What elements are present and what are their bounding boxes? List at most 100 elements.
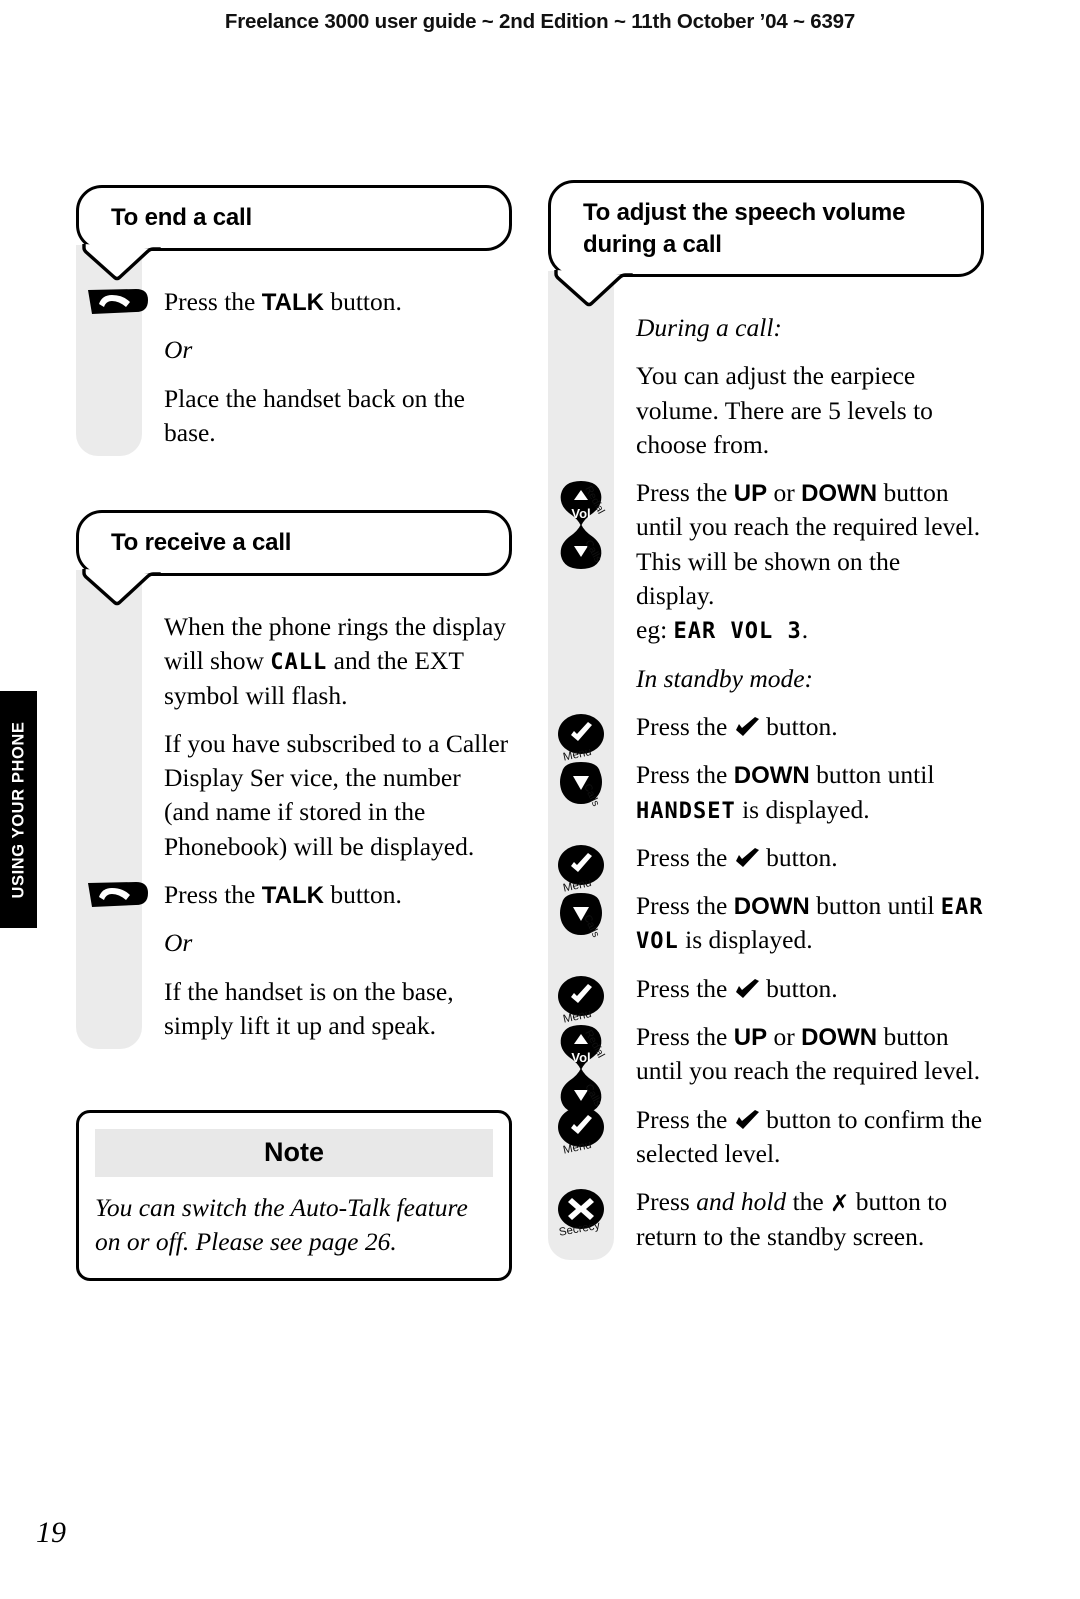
row-icon-gutter xyxy=(548,311,636,312)
instruction-row: In standby mode: xyxy=(548,662,984,696)
instruction-text: Press the DOWN button until HANDSET is d… xyxy=(636,760,935,824)
section-callout: To receive a call xyxy=(76,510,512,605)
section-left-1: To receive a call When the phone rings th… xyxy=(76,510,512,1049)
instruction-text: During a call: xyxy=(636,313,782,342)
section-left-0: To end a call Press the TALK button. Or Pla… xyxy=(76,185,512,456)
note-box: Note You can switch the Auto-Talk feature… xyxy=(76,1110,512,1281)
instruction-row: When the phone rings the display will sh… xyxy=(76,610,512,713)
instruction-text: Press and hold the ✗ button to return to… xyxy=(636,1187,948,1252)
callout-tail xyxy=(553,268,633,307)
row-icon-gutter xyxy=(76,878,164,908)
callout-tail xyxy=(81,566,161,605)
instruction-text: Or xyxy=(164,928,193,958)
right-column: To adjust the speech volume during a cal… xyxy=(548,0,984,1599)
svg-text:Vol: Vol xyxy=(571,506,590,521)
menu-check-glyph-icon xyxy=(734,974,760,998)
section-body: Press the TALK button. Or Place the handse… xyxy=(76,285,512,450)
left-column: To end a call Press the TALK button. Or Pla… xyxy=(76,0,512,1599)
down-calls-key-icon: Calls xyxy=(558,760,604,808)
instruction-row: During a call: xyxy=(548,311,984,345)
row-icon-gutter xyxy=(76,975,164,976)
instruction-row: Or xyxy=(76,926,512,960)
row-icon-gutter xyxy=(76,285,164,314)
section-callout: To adjust the speech volume during a cal… xyxy=(548,180,984,307)
instruction-text: When the phone rings the display will sh… xyxy=(164,612,507,710)
instruction-row: Vol Redial Calls Press the UP or DOWN butto… xyxy=(548,476,984,647)
instruction-row: Menu Press the button. xyxy=(548,972,984,1025)
menu-key-icon: Menu xyxy=(558,843,604,895)
section-heading: To receive a call xyxy=(111,529,292,556)
talk-key-icon xyxy=(86,287,148,314)
instruction-text: Place the handset back on the base. xyxy=(164,383,465,447)
svg-text:Vol: Vol xyxy=(571,1050,590,1065)
section-body: During a call: You can adjust the earpiec… xyxy=(548,311,984,1254)
section-body: When the phone rings the display will sh… xyxy=(76,610,512,1043)
section-thumb-tab-label: USING YOUR PHONE xyxy=(9,720,27,899)
menu-key-icon: Menu xyxy=(558,1105,604,1156)
section-callout: To end a call xyxy=(76,185,512,280)
down-calls-key-icon: Calls xyxy=(558,891,604,939)
secrecy-x-glyph-icon: ✗ xyxy=(830,1191,850,1218)
menu-check-glyph-icon xyxy=(734,843,760,867)
instruction-text: Press the button. xyxy=(636,711,838,741)
instruction-text: Press the button. xyxy=(636,973,838,1003)
vol-rocker-icon: Vol Redial Calls xyxy=(556,480,607,570)
talk-key-icon xyxy=(86,880,148,908)
section-right-0: To adjust the speech volume during a cal… xyxy=(548,180,984,1260)
instruction-row: Secrecy Press and hold the ✗ button to re… xyxy=(548,1185,984,1254)
section-thumb-tab: USING YOUR PHONE xyxy=(0,691,37,928)
row-icon-gutter: Menu xyxy=(548,1103,636,1156)
instruction-row: Menu Press the button to confirm the sele… xyxy=(548,1103,984,1172)
row-icon-gutter: Calls xyxy=(548,889,636,939)
note-body: You can switch the Auto-Talk feature on … xyxy=(95,1193,468,1257)
instruction-row: Menu Press the button. xyxy=(548,710,984,764)
instruction-text: If the handset is on the base, simply li… xyxy=(164,976,454,1040)
instruction-row: Press the TALK button. xyxy=(76,285,512,319)
row-icon-gutter xyxy=(76,727,164,728)
note-title: Note xyxy=(95,1129,493,1177)
row-icon-gutter xyxy=(76,333,164,334)
instruction-text: Press the button to confirm the selected… xyxy=(636,1104,983,1168)
page-number: 19 xyxy=(36,1516,66,1549)
menu-check-glyph-icon xyxy=(734,1105,760,1129)
instruction-row: If the handset is on the base, simply li… xyxy=(76,975,512,1044)
instruction-row: Vol Redial Calls Press the UP or DOWN butto… xyxy=(548,1020,984,1114)
instruction-text: Or xyxy=(164,335,193,365)
row-icon-gutter: Calls xyxy=(548,758,636,808)
instruction-text: Press the DOWN button until EAR VOL is d… xyxy=(636,891,984,955)
instruction-text: Press the button. xyxy=(636,842,838,872)
secrecy-key-icon: Secrecy xyxy=(558,1187,604,1239)
instruction-text: If you have subscribed to a Caller Displ… xyxy=(164,728,509,861)
row-icon-gutter: Menu xyxy=(548,710,636,764)
row-icon-gutter xyxy=(76,382,164,383)
section-heading: To adjust the speech volume during a cal… xyxy=(583,199,906,258)
row-icon-gutter: Vol Redial Calls xyxy=(548,476,636,570)
instruction-text: Press the UP or DOWN button until you re… xyxy=(636,1022,981,1086)
row-icon-gutter: Menu xyxy=(548,972,636,1025)
instruction-text: You can adjust the earpiece volume. Ther… xyxy=(636,361,933,459)
row-icon-gutter xyxy=(76,610,164,611)
instruction-text: Press the TALK button. xyxy=(164,880,402,910)
instruction-row: Or xyxy=(76,333,512,367)
section-heading: To end a call xyxy=(111,204,252,231)
vol-rocker-icon: Vol Redial Calls xyxy=(556,1024,607,1114)
row-icon-gutter: Secrecy xyxy=(548,1185,636,1239)
menu-key-icon: Menu xyxy=(558,974,604,1025)
instruction-row: Place the handset back on the base. xyxy=(76,382,512,451)
row-icon-gutter: Menu xyxy=(548,841,636,895)
menu-check-glyph-icon xyxy=(734,712,760,736)
instruction-row: Calls Press the DOWN button until HANDSET… xyxy=(548,758,984,827)
callout-tail xyxy=(81,241,161,280)
instruction-text: In standby mode: xyxy=(636,663,814,693)
instruction-row: Menu Press the button. xyxy=(548,841,984,895)
row-icon-gutter xyxy=(548,662,636,663)
instruction-row: If you have subscribed to a Caller Displ… xyxy=(76,727,512,864)
row-icon-gutter xyxy=(76,926,164,927)
instruction-row: Calls Press the DOWN button until EAR VOL… xyxy=(548,889,984,958)
row-icon-gutter xyxy=(548,359,636,360)
instruction-row: Press the TALK button. xyxy=(76,878,512,912)
instruction-row: You can adjust the earpiece volume. Ther… xyxy=(548,359,984,462)
row-icon-gutter: Vol Redial Calls xyxy=(548,1020,636,1114)
menu-key-icon: Menu xyxy=(558,712,604,764)
instruction-text: Press the UP or DOWN button until you re… xyxy=(636,478,981,645)
